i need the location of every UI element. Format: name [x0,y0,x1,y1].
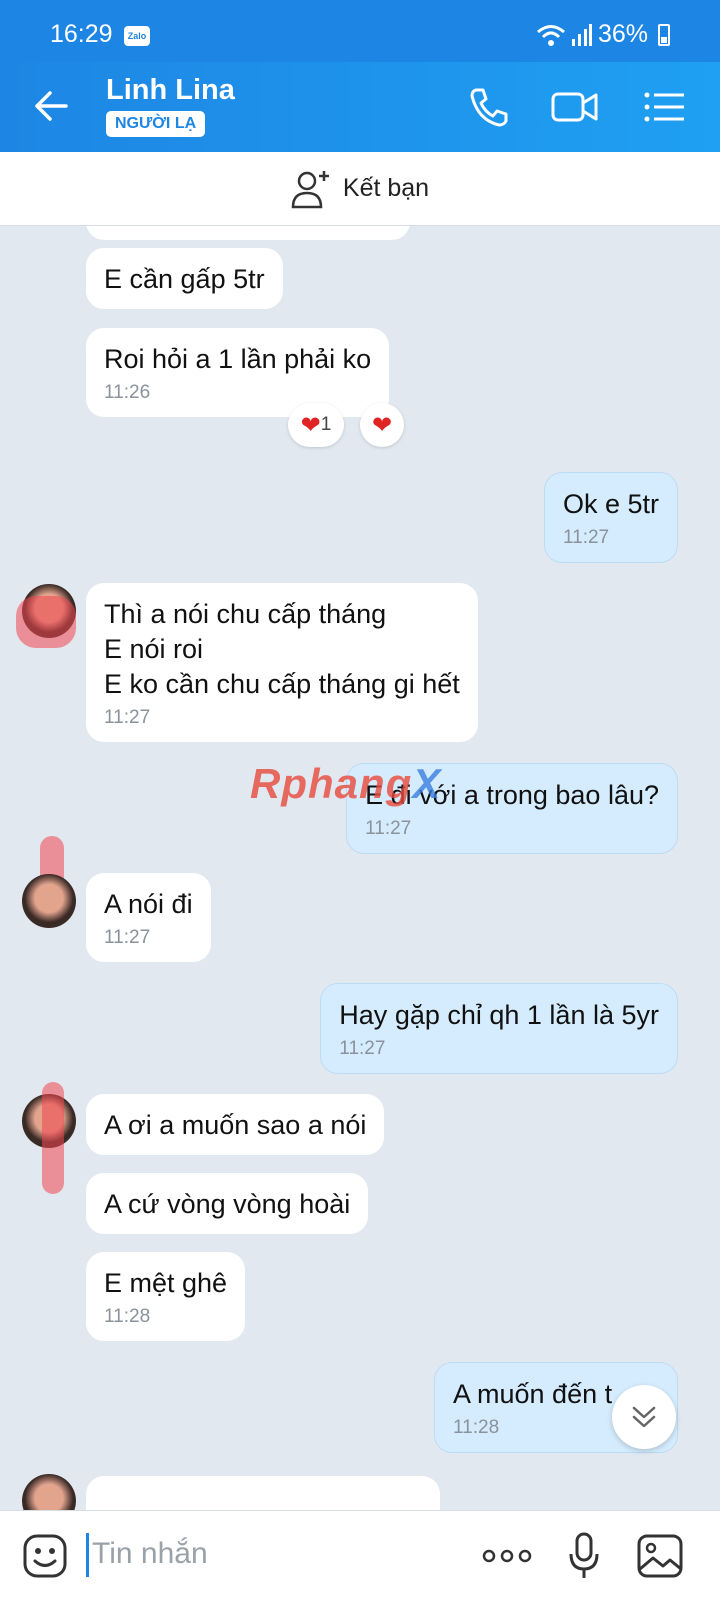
message-input-bar: Tin nhắn [0,1510,720,1600]
phone-call-icon[interactable] [464,82,514,132]
message-bubble[interactable]: Hay gặp chỉ qh 1 lần là 5yr 11:27 [320,983,678,1074]
message-time: 11:27 [365,818,412,839]
more-options-icon[interactable] [480,1531,534,1581]
avatar[interactable] [22,1474,76,1510]
reaction-count[interactable]: ❤ 1 [288,403,344,447]
zalo-notification-icon: Zalo [124,26,150,46]
react-button[interactable]: ❤ [360,403,404,447]
message-text: E ko cần chu cấp tháng gi hết [104,669,460,699]
message-text: Ok e 5tr [562,489,659,519]
message-text: E mệt ghê [104,1268,228,1298]
menu-list-icon[interactable] [640,82,690,132]
chat-header: Linh Lina NGƯỜI LẠ [0,62,720,152]
message-bubble[interactable]: Roi hỏi a 1 lần phải ko 11:26 [86,328,390,417]
message-bubble-partial[interactable] [86,226,410,240]
message-bubble[interactable]: A cứ vòng vòng hoài [86,1173,369,1234]
message-time: 11:27 [562,527,610,548]
stranger-badge: NGƯỜI LẠ [106,111,206,137]
double-chevron-down-icon [632,1406,656,1428]
avatar[interactable] [22,874,76,928]
message-list[interactable]: E cần gấp 5tr Roi hỏi a 1 lần phải ko 11… [0,226,720,1510]
contact-name[interactable]: Linh Lina [106,74,235,107]
message-time: 11:28 [104,1306,151,1327]
add-friend-bar[interactable]: Kết bạn [0,152,720,226]
battery-percent: 36% [597,20,648,48]
wifi-icon [536,24,565,46]
status-time: 16:29 [50,20,113,48]
message-time: 11:27 [104,707,151,728]
scroll-to-bottom-button[interactable] [612,1385,676,1449]
message-bubble[interactable]: A nói đi 11:27 [86,873,211,962]
message-input[interactable]: Tin nhắn [92,1537,208,1571]
heart-icon: ❤ [371,411,393,439]
redaction-mark [16,596,76,648]
add-friend-label: Kết bạn [342,174,430,202]
status-right: 36% [536,20,670,49]
text-cursor [86,1533,89,1577]
video-call-icon[interactable] [550,82,600,132]
message-bubble[interactable]: A ơi a muốn sao a nói [86,1094,385,1155]
message-bubble[interactable]: Ok e 5tr 11:27 [543,472,678,563]
add-person-icon [291,170,329,208]
message-time: 11:27 [104,927,151,948]
message-text: Roi hỏi a 1 lần phải ko [104,344,372,374]
message-bubble[interactable]: E cần gấp 5tr [86,248,283,309]
battery-icon [658,23,670,46]
message-text: E nói roi [104,634,204,664]
redaction-mark [42,1082,64,1194]
message-time: 11:27 [339,1038,386,1059]
message-text: E cần gấp 5tr [104,264,265,294]
status-bar: 16:29 Zalo 36% [0,0,720,62]
watermark-logo: RphangX [250,760,442,807]
message-bubble-partial[interactable] [86,1476,440,1510]
signal-icon [571,23,592,46]
message-text: Thì a nói chu cấp tháng [104,599,387,629]
image-gallery-icon[interactable] [636,1531,684,1581]
message-bubble[interactable]: E mệt ghê 11:28 [86,1252,246,1341]
message-text: Hay gặp chỉ qh 1 lần là 5yr [339,1000,659,1030]
sticker-emoji-icon[interactable] [22,1533,68,1579]
microphone-icon[interactable] [568,1531,600,1581]
back-arrow-icon[interactable] [30,84,74,128]
reaction-count-value: 1 [320,414,332,435]
message-text: A ơi a muốn sao a nói [104,1110,367,1140]
message-time: 11:26 [104,382,151,403]
message-text: A cứ vòng vòng hoài [104,1189,351,1219]
message-text: A nói đi [104,889,193,919]
heart-icon: ❤ [300,411,321,439]
message-bubble[interactable]: Thì a nói chu cấp tháng E nói roi E ko c… [86,583,478,742]
